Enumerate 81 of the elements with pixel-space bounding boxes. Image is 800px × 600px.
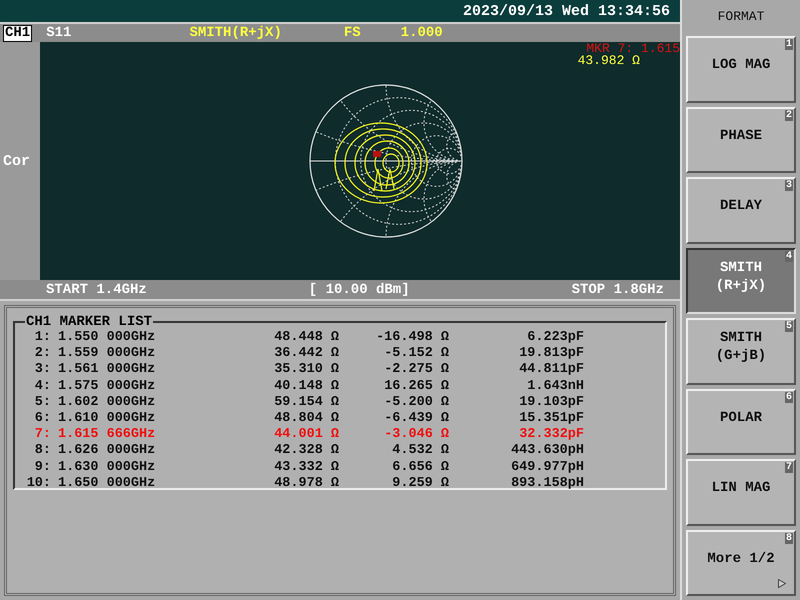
scale-value: 1.000: [400, 25, 443, 41]
marker-resistance: 43.332 Ω: [273, 460, 339, 476]
marker-frequency: 1.626 000GHz: [57, 443, 156, 460]
scale-label: FS: [344, 25, 361, 41]
marker-number: 8:: [34, 443, 51, 460]
marker-frequency: 1.615 666GHz: [57, 427, 156, 444]
channel-label: CH1: [3, 24, 32, 42]
marker-equivalent: 44.811pF: [518, 362, 584, 379]
start-frequency: START 1.4GHz: [46, 282, 147, 298]
marker-resistance: 44.001 Ω: [273, 427, 339, 444]
marker-frequency: 1.561 000GHz: [57, 362, 156, 379]
marker-reactance: -2.275 Ω: [383, 362, 449, 379]
marker-resistance: 42.328 Ω: [273, 443, 339, 460]
marker-reactance: -5.152 Ω: [383, 346, 449, 362]
marker-equivalent: 19.813pF: [518, 346, 584, 362]
marker-equivalent: 32.332pF: [518, 427, 584, 444]
softkey-button[interactable]: SMITH (R+jX) 4: [686, 248, 796, 314]
marker-frequency: 1.630 000GHz: [57, 460, 156, 476]
marker-reactance: -5.200 Ω: [383, 394, 449, 412]
marker-reactance: -3.046 Ω: [383, 427, 449, 444]
marker-reactance: 16.265 Ω: [383, 378, 449, 395]
key-number: 2: [784, 110, 793, 120]
key-number: 3: [784, 180, 793, 191]
marker-equivalent: 443.630pH: [510, 443, 584, 460]
softkey-button[interactable]: More 1/2 8: [686, 530, 796, 596]
marker-number: 6:: [34, 411, 51, 428]
marker-value: 43.982 Ω: [578, 55, 640, 67]
softkey-button[interactable]: LIN MAG 7: [686, 459, 796, 526]
key-number: 6: [784, 392, 793, 402]
menu-title: FORMAT: [716, 8, 766, 26]
softkey-button[interactable]: SMITH (G+jB) 5: [686, 318, 796, 384]
marker-resistance: 48.804 Ω: [273, 411, 339, 428]
softkey-button[interactable]: POLAR 6: [686, 388, 796, 455]
marker-frequency: 1.602 000GHz: [57, 394, 156, 412]
marker-number: 7:: [34, 427, 51, 444]
marker-reactance: 4.532 Ω: [391, 443, 449, 460]
marker-number: 4:: [34, 378, 51, 395]
marker-resistance: 59.154 Ω: [273, 394, 339, 412]
marker-frequency: 1.610 000GHz: [57, 411, 156, 428]
marker-reactance: -16.498 Ω: [375, 330, 449, 346]
triangle-icon: [778, 579, 786, 588]
marker-equivalent: 649.977pH: [510, 460, 584, 476]
correction-label: Cor: [3, 152, 30, 170]
marker-frequency: 1.559 000GHz: [57, 346, 156, 362]
marker-number: 3:: [34, 362, 51, 379]
marker-reactance: 9.259 Ω: [391, 476, 449, 492]
marker-equivalent: 19.103pF: [518, 394, 584, 412]
format-label: SMITH(R+jX): [189, 25, 282, 41]
marker-reactance: 6.656 Ω: [391, 460, 449, 476]
marker-number: 9:: [34, 460, 51, 476]
marker-number: 10:: [26, 476, 51, 492]
marker-equivalent: 15.351pF: [518, 411, 584, 428]
marker-frequency: 1.550 000GHz: [57, 330, 156, 346]
stop-frequency: STOP 1.8GHz: [572, 282, 664, 298]
key-number: 5: [784, 321, 793, 332]
marker-number: 1:: [34, 330, 51, 346]
key-number: 4: [784, 250, 793, 262]
power-level: [ 10.00 dBm]: [308, 282, 410, 298]
softkey-button[interactable]: PHASE 2: [686, 106, 796, 173]
marker-equivalent: 893.158pH: [510, 476, 584, 492]
marker-resistance: 35.310 Ω: [273, 362, 339, 379]
marker-number: 5:: [34, 394, 51, 412]
marker-resistance: 36.442 Ω: [273, 346, 339, 362]
parameter-label: S11: [46, 25, 72, 41]
key-number: 7: [784, 462, 793, 473]
marker-list-title: CH1 MARKER LIST: [25, 314, 154, 330]
marker-number: 2:: [34, 346, 51, 362]
marker-equivalent: 1.643nH: [526, 378, 584, 395]
marker-resistance: 40.148 Ω: [273, 378, 339, 395]
date-time: 2023/09/13 Wed 13:34:56: [462, 2, 670, 20]
marker-frequency: 1.650 000GHz: [57, 476, 156, 492]
marker-resistance: 48.978 Ω: [273, 476, 339, 492]
marker-readout: MKR 7: 1.615: [586, 43, 680, 55]
softkey-button[interactable]: DELAY 3: [686, 177, 796, 244]
marker-resistance: 48.448 Ω: [273, 330, 339, 346]
marker-frequency: 1.575 000GHz: [57, 378, 156, 395]
marker-equivalent: 6.223pF: [526, 330, 584, 346]
key-number: 1: [784, 39, 793, 50]
softkey-button[interactable]: LOG MAG 1: [686, 36, 796, 102]
key-number: 8: [784, 532, 793, 544]
marker-reactance: -6.439 Ω: [383, 411, 449, 428]
